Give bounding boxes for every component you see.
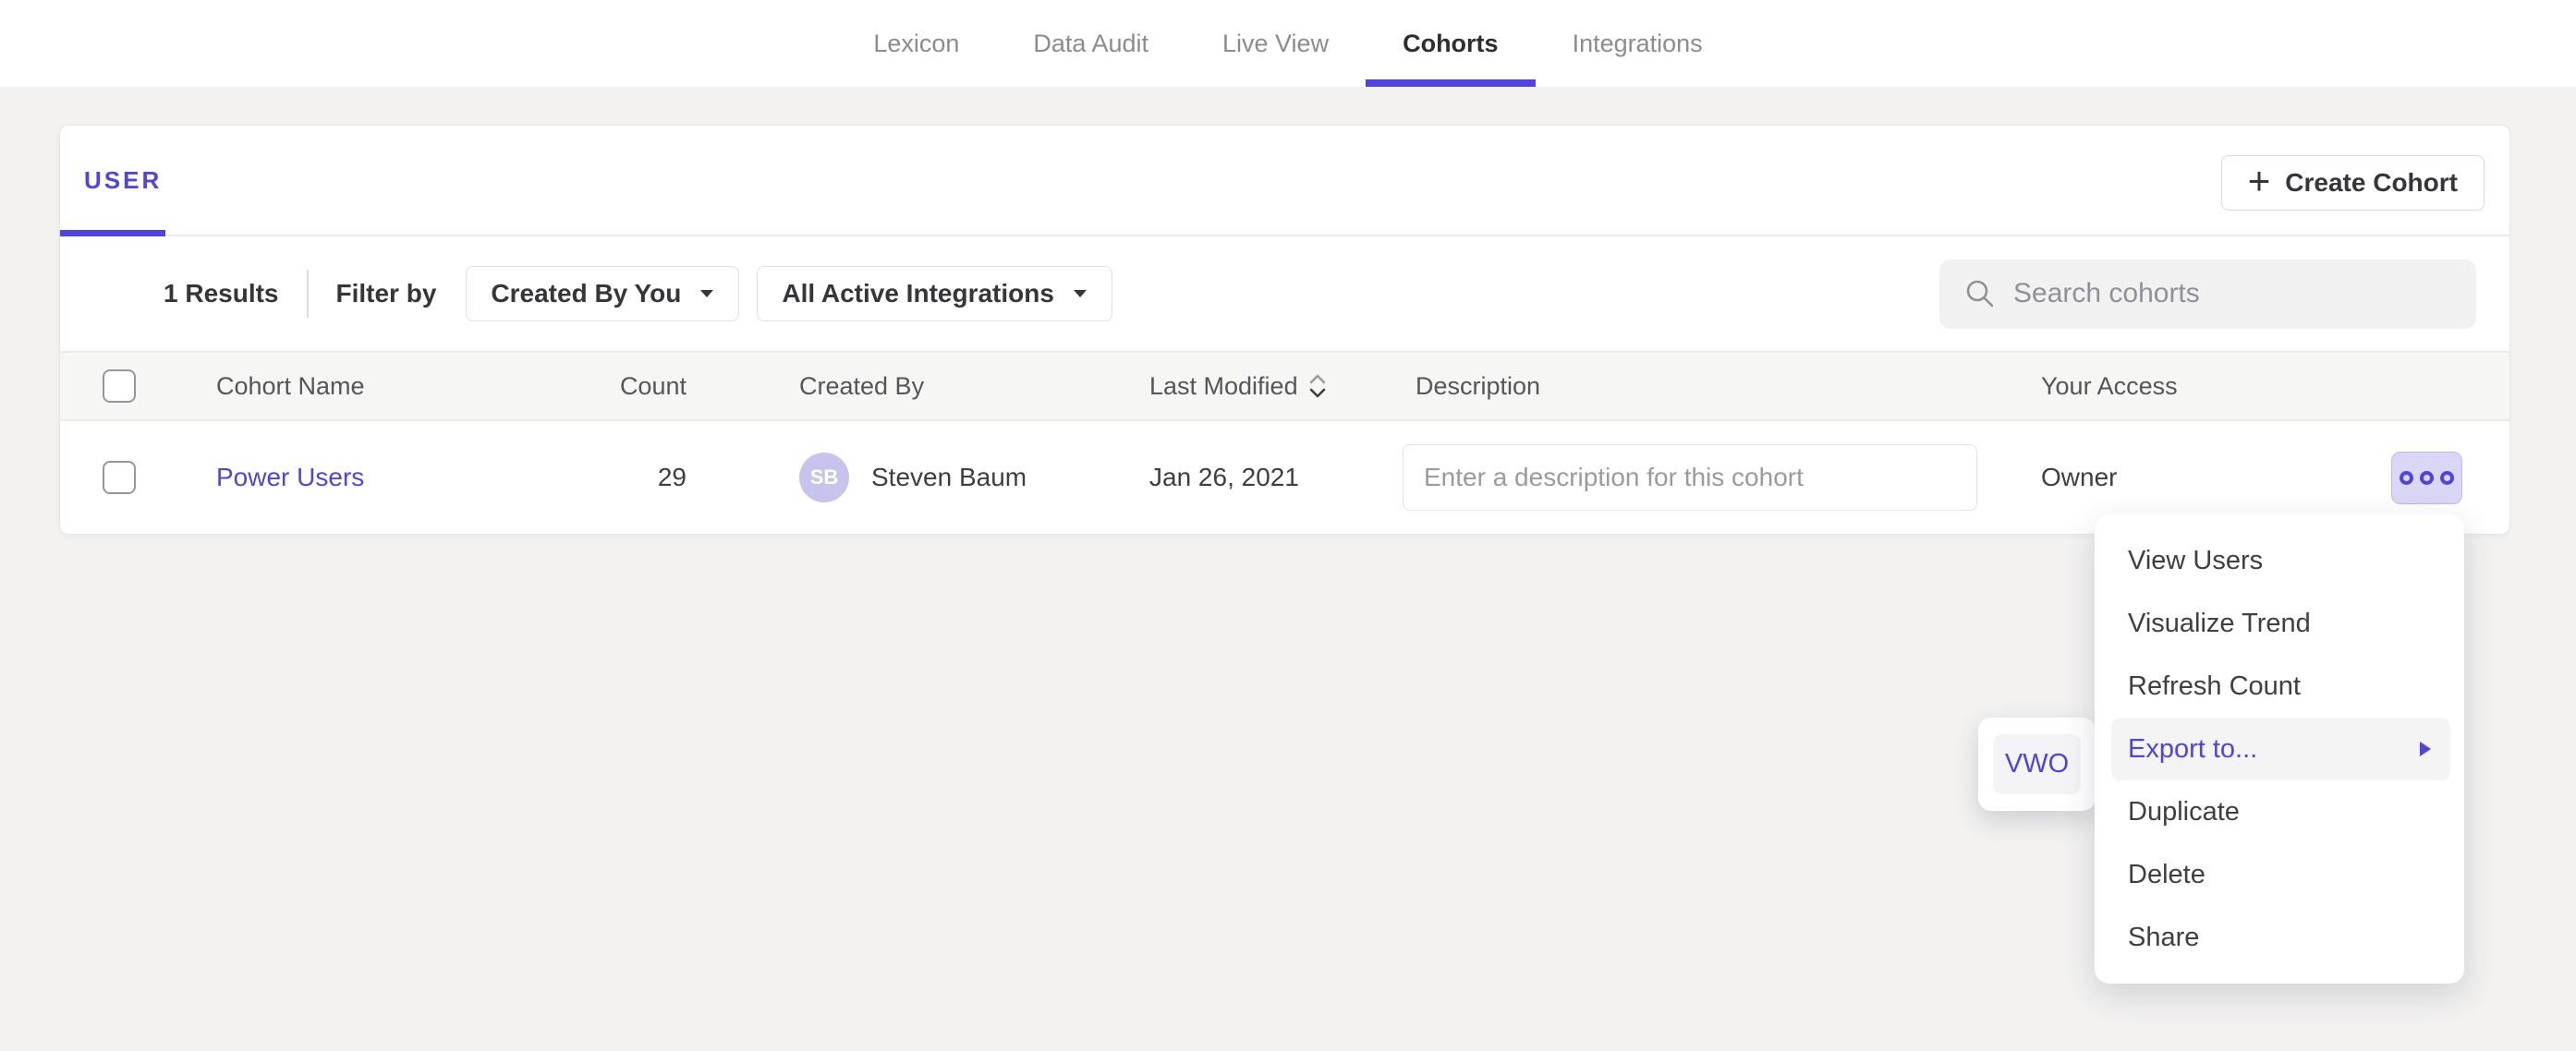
integrations-dropdown-value: All Active Integrations	[782, 279, 1054, 308]
integrations-dropdown[interactable]: All Active Integrations	[757, 266, 1112, 321]
primary-nav: Lexicon Data Audit Live View Cohorts Int…	[0, 0, 2576, 87]
create-cohort-button[interactable]: + Create Cohort	[2221, 155, 2485, 211]
tab-data-audit[interactable]: Data Audit	[996, 0, 1185, 87]
access-level: Owner	[2041, 463, 2391, 492]
created-by-dropdown[interactable]: Created By You	[466, 266, 739, 321]
search-input[interactable]	[2013, 260, 2476, 329]
sort-icon	[1307, 372, 1328, 400]
create-cohort-label: Create Cohort	[2285, 168, 2458, 198]
col-cohort-name: Cohort Name	[216, 372, 617, 401]
tab-cohorts-label: Cohorts	[1403, 30, 1499, 58]
menu-item-export-to-label: Export to...	[2128, 734, 2257, 765]
ellipsis-icon	[2400, 471, 2413, 485]
tab-user[interactable]: USER	[84, 166, 162, 195]
tab-lexicon[interactable]: Lexicon	[836, 0, 996, 87]
menu-item-duplicate[interactable]: Duplicate	[2095, 780, 2464, 843]
row-actions-button[interactable]	[2391, 452, 2462, 504]
search-icon	[1963, 277, 1997, 310]
description-input[interactable]	[1403, 444, 1977, 511]
cohort-name-link[interactable]: Power Users	[216, 463, 364, 491]
last-modified-date: Jan 26, 2021	[1149, 463, 1403, 492]
active-nav-underline	[1366, 79, 1536, 87]
menu-item-delete[interactable]: Delete	[2095, 843, 2464, 906]
filter-by-label: Filter by	[336, 279, 437, 308]
col-last-modified: Last Modified	[1149, 372, 1298, 401]
row-actions-menu: View Users Visualize Trend Refresh Count…	[2095, 514, 2464, 984]
plus-icon: +	[2248, 162, 2271, 200]
menu-item-visualize-trend[interactable]: Visualize Trend	[2095, 592, 2464, 655]
cohort-count: 29	[617, 463, 687, 492]
select-all-checkbox[interactable]	[103, 369, 136, 403]
tab-live-view[interactable]: Live View	[1185, 0, 1366, 87]
export-submenu: VWO	[1978, 718, 2096, 811]
submenu-arrow-icon	[2419, 741, 2432, 757]
results-count: 1 Results	[164, 279, 279, 308]
menu-item-refresh-count[interactable]: Refresh Count	[2095, 655, 2464, 718]
divider	[307, 270, 309, 318]
chevron-down-icon	[1073, 289, 1088, 298]
ellipsis-icon	[2440, 471, 2454, 485]
menu-item-share[interactable]: Share	[2095, 906, 2464, 969]
menu-item-view-users[interactable]: View Users	[2095, 529, 2464, 592]
ellipsis-icon	[2420, 471, 2434, 485]
created-by-name: Steven Baum	[871, 463, 1027, 492]
tab-integrations[interactable]: Integrations	[1536, 0, 1740, 87]
col-description: Description	[1403, 372, 2041, 401]
cohorts-panel: USER + Create Cohort 1 Results Filter by…	[59, 125, 2510, 535]
submenu-item-vwo[interactable]: VWO	[1993, 734, 2081, 794]
created-by-dropdown-value: Created By You	[491, 279, 681, 308]
col-created-by: Created By	[687, 372, 1149, 401]
col-your-access: Your Access	[2041, 372, 2391, 401]
sort-last-modified[interactable]: Last Modified	[1149, 372, 1328, 401]
menu-item-export-to[interactable]: Export to...	[2111, 718, 2450, 780]
table-header: Cohort Name Count Created By Last Modifi…	[60, 351, 2509, 421]
panel-tabstrip: USER + Create Cohort	[60, 126, 2509, 236]
tab-cohorts[interactable]: Cohorts	[1366, 0, 1536, 87]
chevron-down-icon	[699, 289, 714, 298]
top-nav-bar: Lexicon Data Audit Live View Cohorts Int…	[0, 0, 2576, 87]
search-box	[1939, 260, 2476, 329]
filter-bar: 1 Results Filter by Created By You All A…	[60, 236, 2509, 351]
active-tab-underline	[60, 230, 165, 236]
row-checkbox[interactable]	[103, 461, 136, 494]
col-count: Count	[617, 372, 687, 401]
avatar: SB	[799, 453, 849, 502]
